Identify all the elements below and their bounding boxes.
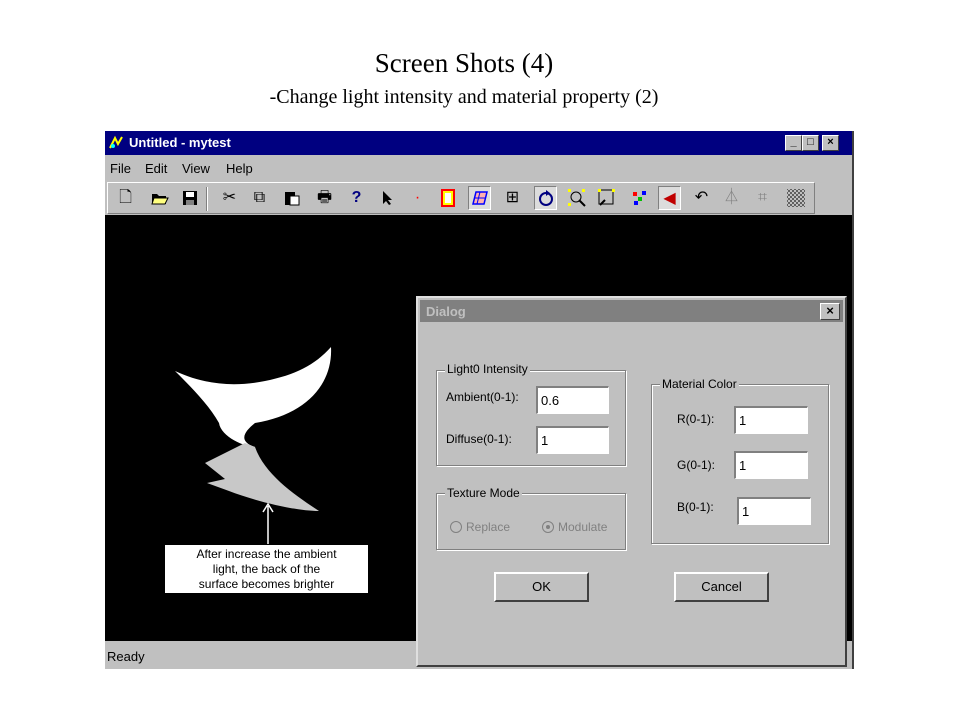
- paste-icon[interactable]: [280, 186, 303, 210]
- dialog-close-button[interactable]: ×: [820, 303, 840, 320]
- toolbar: 🗋 ✂ ⧉ 🖶 ? · ⊞ ◀ ↶ ⏃ ⌗: [107, 182, 815, 214]
- rotate-icon[interactable]: [534, 186, 557, 210]
- radio-indicator: [450, 521, 462, 533]
- r-label: R(0-1):: [677, 412, 715, 426]
- window-title: Untitled - mytest: [129, 135, 231, 150]
- surface-front: [175, 347, 332, 447]
- annotation-arrow: [262, 502, 274, 544]
- g-label: G(0-1):: [677, 458, 716, 472]
- select-arrow-icon[interactable]: [376, 186, 399, 210]
- menu-view[interactable]: View: [182, 161, 210, 176]
- annotation-line: surface becomes brighter: [198, 577, 335, 591]
- slide-subtitle: -Change light intensity and material pro…: [269, 86, 659, 108]
- b-label: B(0-1):: [677, 500, 714, 514]
- modulate-label: Modulate: [558, 520, 608, 534]
- print-icon[interactable]: 🖶: [313, 186, 336, 210]
- app-icon: [108, 135, 124, 151]
- undo-icon[interactable]: ↶: [690, 186, 713, 210]
- maximize-button[interactable]: □: [802, 135, 819, 151]
- annotation-line: After increase the ambient: [196, 547, 337, 561]
- dialog: Dialog × Light0 Intensity Ambient(0-1): …: [416, 296, 847, 667]
- annotation-line: light, the back of the: [212, 562, 321, 576]
- menu-help[interactable]: Help: [226, 161, 253, 176]
- texture-icon[interactable]: [784, 186, 807, 210]
- cancel-button[interactable]: Cancel: [674, 572, 769, 602]
- zoom-in-icon[interactable]: [565, 186, 588, 210]
- frame-icon[interactable]: [436, 186, 459, 210]
- diffuse-label: Diffuse(0-1):: [446, 432, 512, 446]
- close-button[interactable]: ×: [822, 135, 839, 151]
- dialog-title: Dialog: [426, 304, 466, 319]
- dialog-titlebar[interactable]: Dialog ×: [420, 300, 843, 322]
- slide-title: Screen Shots (4): [374, 48, 554, 78]
- grid-icon[interactable]: ⊞: [501, 186, 524, 210]
- toolbar-separator: [206, 187, 208, 211]
- box-icon[interactable]: ⌗: [751, 186, 774, 210]
- minimize-button[interactable]: _: [785, 135, 802, 151]
- ok-button[interactable]: OK: [494, 572, 589, 602]
- help-icon[interactable]: ?: [345, 186, 368, 210]
- cut-icon[interactable]: ✂: [218, 186, 241, 210]
- status-text: Ready: [107, 649, 145, 664]
- b-field[interactable]: 1: [737, 497, 811, 525]
- new-icon[interactable]: 🗋: [114, 186, 137, 210]
- surface-back: [205, 443, 319, 511]
- radio-indicator: [542, 521, 554, 533]
- light-icon[interactable]: ⏃: [720, 186, 743, 210]
- modulate-radio[interactable]: Modulate: [542, 520, 607, 534]
- zoom-out-icon[interactable]: [595, 186, 618, 210]
- menu-file[interactable]: File: [110, 161, 131, 176]
- copy-icon[interactable]: ⧉: [248, 186, 271, 210]
- color-points-icon[interactable]: [628, 186, 651, 210]
- point-icon[interactable]: ·: [406, 186, 429, 210]
- menu-bar: File Edit View Help: [105, 157, 852, 179]
- replace-radio[interactable]: Replace: [450, 520, 510, 534]
- replace-label: Replace: [466, 520, 511, 534]
- material-group-label: Material Color: [660, 377, 739, 391]
- save-icon[interactable]: [178, 186, 201, 210]
- texture-group-label: Texture Mode: [445, 486, 522, 500]
- window-titlebar[interactable]: Untitled - mytest _ □ ×: [105, 131, 852, 155]
- g-field[interactable]: 1: [734, 451, 808, 479]
- open-icon[interactable]: [148, 186, 171, 210]
- ambient-field[interactable]: 0.6: [536, 386, 609, 414]
- annotation-callout: After increase the ambient light, the ba…: [164, 544, 369, 594]
- back-icon[interactable]: ◀: [658, 186, 681, 210]
- surface-icon[interactable]: [468, 186, 491, 210]
- ambient-label: Ambient(0-1):: [446, 390, 519, 404]
- diffuse-field[interactable]: 1: [536, 426, 609, 454]
- menu-edit[interactable]: Edit: [145, 161, 167, 176]
- light-group-label: Light0 Intensity: [445, 362, 530, 376]
- r-field[interactable]: 1: [734, 406, 808, 434]
